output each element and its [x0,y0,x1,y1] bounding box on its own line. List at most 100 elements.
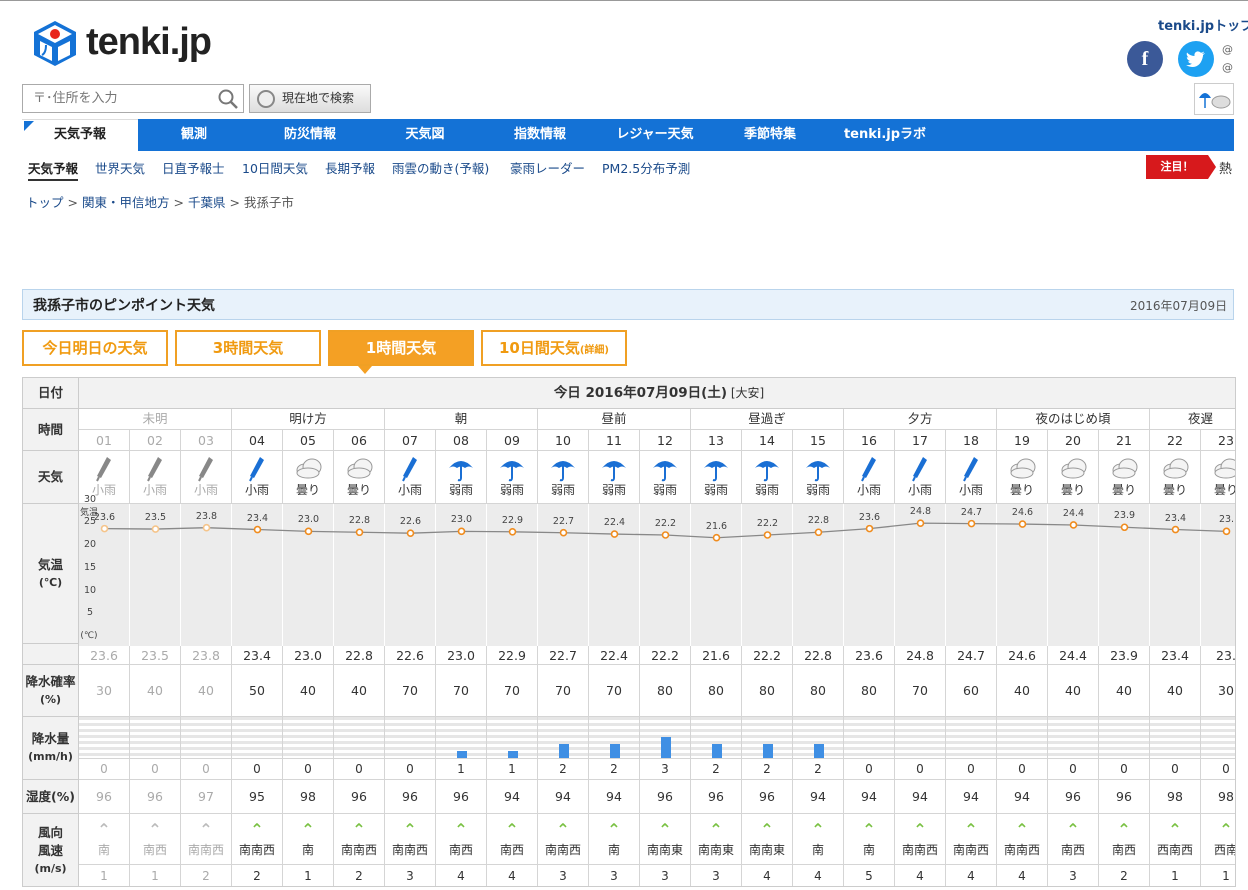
main-nav-weather-map[interactable]: 天気図 [405,119,444,151]
wind-direction-text: 南南西 [544,843,581,857]
temperature-data-label: 22.8 [807,515,830,527]
humidity-cell: 94 [895,780,946,814]
wind-cell: ⌃ 南南西 [334,814,385,865]
temperature-point [151,525,160,533]
hour-cell: 15 [793,430,844,451]
precip-prob-cell: 40 [1150,665,1201,717]
umbrella-closed-icon [963,457,978,482]
precip-amount-bar [507,751,518,758]
twitter-icon[interactable] [1178,41,1214,77]
wind-cell: ⌃ 南西 [130,814,181,865]
main-nav-observation[interactable]: 観測 [181,119,207,151]
hour-cell: 10 [538,430,589,451]
wind-direction-text: 西南 [1213,843,1236,857]
umbrella-open-icon [449,461,473,482]
precip-amount-bar [813,744,824,758]
main-nav-disaster-info[interactable]: 防災情報 [284,119,336,151]
wind-cell: ⌃ 南西 [487,814,538,865]
wind-arrow-icon: ⌃ [964,820,978,839]
temperature-point [967,519,976,528]
hour-cell: 01 [79,430,130,451]
wind-arrow-icon: ⌃ [1219,820,1233,839]
wind-arrow-icon: ⌃ [760,820,774,839]
temp-value-cell: 22.8 [793,646,844,665]
wind-speed-cell: 2 [334,865,385,886]
wind-speed-cell: 3 [589,865,640,886]
wind-arrow-icon: ⌃ [403,820,417,839]
section-date: 2016年07月09日 [1130,299,1228,313]
breadcrumb-prefecture[interactable]: 千葉県 [188,195,226,210]
precip-amount-cell: 0 [1150,759,1201,780]
precip-prob-cell: 80 [691,665,742,717]
wind-speed-cell: 1 [283,865,334,886]
breadcrumb: トップ > 関東・甲信地方 > 千葉県 > 我孫子市 [26,192,294,211]
weather-text: 曇り [1162,483,1187,497]
main-nav-weather-forecast[interactable]: 天気予報 [54,119,106,151]
current-location-button[interactable]: 現在地で検索 [249,84,371,113]
breadcrumb-top[interactable]: トップ [26,195,64,210]
weather-text: 曇り [1213,483,1236,497]
sub-nav-long-range[interactable]: 長期予報 [325,158,375,177]
hour-cell: 08 [436,430,487,451]
humidity-cell: 94 [997,780,1048,814]
weather-cell: 曇り [334,451,385,504]
main-nav-seasonal[interactable]: 季節特集 [744,119,796,151]
sub-nav-forecast[interactable]: 天気予報 [28,158,79,181]
wind-direction-text: 南南西 [952,843,989,857]
breadcrumb-region[interactable]: 関東・甲信地方 [82,195,170,210]
wind-arrow-icon: ⌃ [862,820,876,839]
weather-cell: 小雨 [232,451,283,504]
precip-amount-cell: 3 [640,759,691,780]
weather-text: 曇り [295,483,320,497]
cloud-icon [296,458,322,479]
nav-active-marker [24,121,34,131]
wind-arrow-icon: ⌃ [199,820,213,839]
wind-cell: ⌃ 南西 [1048,814,1099,865]
weather-widget-icon[interactable] [1194,83,1234,115]
notice-link[interactable]: 熱 [1219,158,1232,177]
precip-amount-bar-cell [334,717,385,759]
tab-today-tomorrow[interactable]: 今日明日の天気 [22,330,168,366]
precip-amount-cell: 0 [895,759,946,780]
tab-1hour[interactable]: 1時間天気 [328,330,474,366]
temperature-data-label: 24.6 [1011,507,1034,519]
tenki-logo-icon[interactable] [32,19,78,67]
period-label: 明け方 [232,409,385,430]
temperature-point [763,531,772,539]
row-label-humidity: 湿度(%) [23,780,79,814]
sub-nav-radar[interactable]: 豪雨レーダー [510,158,585,177]
hour-cell: 16 [844,430,895,451]
sub-nav-world[interactable]: 世界天気 [95,158,145,177]
main-nav-lab[interactable]: tenki.jpラボ [844,119,926,151]
precip-amount-bar-cell [895,717,946,759]
sub-nav-10day[interactable]: 10日間天気 [242,158,308,177]
weather-cell: 弱雨 [589,451,640,504]
weather-text: 弱雨 [805,483,830,497]
notice-badge[interactable]: 注目！ [1146,155,1208,179]
main-nav-index-info[interactable]: 指数情報 [514,119,566,151]
sub-nav-rain-cloud[interactable]: 雨雲の動き(予報) [392,158,489,177]
address-search-input[interactable] [23,85,213,112]
wind-arrow-icon: ⌃ [301,820,315,839]
site-logo-text[interactable]: tenki.jp [86,21,212,64]
hour-cell: 23 [1201,430,1235,451]
wind-arrow-icon: ⌃ [913,820,927,839]
wind-direction-text: 南 [607,843,620,857]
tab-3hour[interactable]: 3時間天気 [175,330,321,366]
main-nav-leisure-weather[interactable]: レジャー天気 [616,119,693,151]
sub-nav-pm25[interactable]: PM2.5分布予測 [602,158,690,177]
temp-value-cell: 23.6 [79,646,130,665]
row-label-text: 天気 [37,469,63,484]
tab-10day[interactable]: 10日間天気(詳細) [481,330,627,366]
wind-direction-text: 南南西 [1003,843,1040,857]
wind-direction-text: 南西 [1111,843,1136,857]
temperature-data-label: 22.2 [756,517,779,529]
top-page-link[interactable]: tenki.jpトップ [1158,15,1248,34]
search-icon[interactable] [217,88,239,110]
precip-amount-bar-cell [283,717,334,759]
row-label-prob: 降水確率 (%) [23,665,79,717]
wind-arrow-icon: ⌃ [811,820,825,839]
facebook-icon[interactable]: f [1127,41,1163,77]
wind-cell: ⌃ 南 [79,814,130,865]
sub-nav-forecaster[interactable]: 日直予報士 [162,158,225,177]
